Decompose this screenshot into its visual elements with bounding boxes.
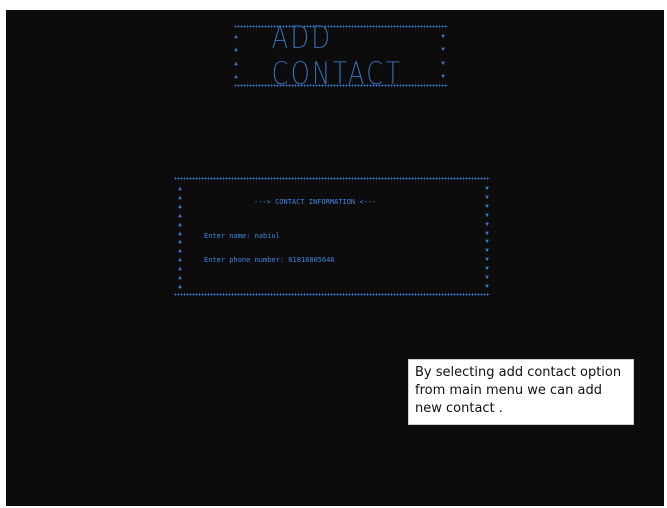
up-arrow-icon: ▲ bbox=[178, 247, 182, 255]
down-arrow-icon: ▼ bbox=[441, 33, 445, 40]
down-arrow-icon: ▼ bbox=[485, 220, 489, 228]
name-entry[interactable]: Enter name: nabiul bbox=[204, 232, 280, 240]
up-arrow-icon: ▲ bbox=[234, 46, 238, 54]
down-arrow-icon: ▼ bbox=[485, 229, 489, 237]
section-title: ---> CONTACT INFORMATION <--- bbox=[254, 198, 377, 206]
name-prompt: Enter name: bbox=[204, 232, 255, 240]
up-arrow-icon: ▲ bbox=[178, 256, 182, 264]
down-arrow-icon: ▼ bbox=[485, 185, 489, 192]
down-arrow-icon: ▼ bbox=[485, 247, 489, 255]
info-border-left: ▲ ▲ ▲ ▲ ▲ ▲ ▲ ▲ ▲ ▲ ▲ ▲ bbox=[176, 186, 184, 290]
down-arrow-icon: ▼ bbox=[485, 274, 489, 282]
name-value[interactable]: nabiul bbox=[255, 232, 280, 240]
up-arrow-icon: ▲ bbox=[178, 265, 182, 273]
down-arrow-icon: ▼ bbox=[441, 46, 445, 54]
down-arrow-icon: ▼ bbox=[485, 238, 489, 246]
down-arrow-icon: ▼ bbox=[485, 256, 489, 264]
up-arrow-icon: ▲ bbox=[178, 211, 182, 219]
up-arrow-icon: ▲ bbox=[178, 220, 182, 228]
callout-line: By selecting add contact option bbox=[415, 365, 622, 380]
up-arrow-icon: ▲ bbox=[178, 274, 182, 282]
phone-prompt: Enter phone number: bbox=[204, 256, 289, 264]
callout-line: from main menu we can add bbox=[415, 383, 602, 398]
annotation-callout: By selecting add contact option from mai… bbox=[408, 359, 634, 425]
up-arrow-icon: ▲ bbox=[178, 282, 182, 290]
info-border-right: ▼ ▼ ▼ ▼ ▼ ▼ ▼ ▼ ▼ ▼ ▼ ▼ bbox=[483, 186, 491, 290]
down-arrow-icon: ▼ bbox=[485, 265, 489, 273]
header-border-right: ▼ ▼ ▼ ▼ bbox=[439, 34, 447, 80]
up-arrow-icon: ▲ bbox=[178, 229, 182, 237]
up-arrow-icon: ▲ bbox=[178, 202, 182, 210]
callout-line: new contact . bbox=[415, 401, 503, 416]
down-arrow-icon: ▼ bbox=[441, 59, 445, 67]
up-arrow-icon: ▲ bbox=[234, 59, 238, 67]
up-arrow-icon: ▲ bbox=[234, 72, 238, 80]
down-arrow-icon: ▼ bbox=[485, 211, 489, 219]
up-arrow-icon: ▲ bbox=[178, 185, 182, 192]
console-window: ▲ ▲ ▲ ▲ ▼ ▼ ▼ ▼ ADD CONTACT ▲ ▲ ▲ ▲ ▲ ▲ … bbox=[6, 10, 664, 506]
info-border-bottom bbox=[174, 293, 490, 296]
phone-entry[interactable]: Enter phone number: 01816805646 bbox=[204, 256, 335, 264]
down-arrow-icon: ▼ bbox=[485, 193, 489, 201]
phone-value[interactable]: 01816805646 bbox=[288, 256, 334, 264]
page-title: ADD CONTACT bbox=[271, 20, 403, 92]
down-arrow-icon: ▼ bbox=[485, 202, 489, 210]
up-arrow-icon: ▲ bbox=[234, 33, 238, 40]
info-border-top bbox=[174, 177, 490, 180]
down-arrow-icon: ▼ bbox=[485, 282, 489, 290]
up-arrow-icon: ▲ bbox=[178, 193, 182, 201]
up-arrow-icon: ▲ bbox=[178, 238, 182, 246]
down-arrow-icon: ▼ bbox=[441, 72, 445, 80]
header-border-left: ▲ ▲ ▲ ▲ bbox=[232, 34, 240, 80]
